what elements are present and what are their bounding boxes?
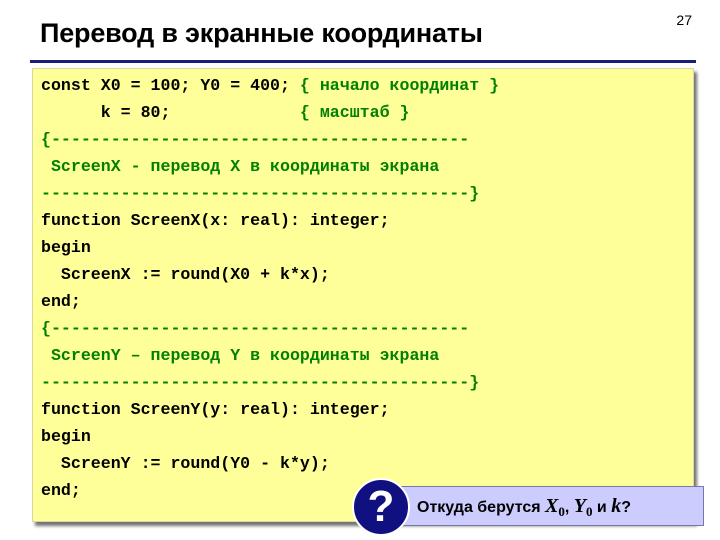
code-line: function ScreenX(x: real): integer; [41,207,499,234]
code-text: begin [41,427,91,446]
callout-text: Откуда берутся X0, Y0 и k? [417,495,631,520]
code-comment: {---------------------------------------… [41,130,470,149]
code-comment: ----------------------------------------… [41,373,480,392]
callout-suffix: ? [621,499,631,516]
code-line: begin [41,423,499,450]
code-line: const X0 = 100; Y0 = 400; { начало коорд… [41,72,499,99]
code-comment: {---------------------------------------… [41,319,470,338]
code-line: begin [41,234,499,261]
code-line: {---------------------------------------… [41,126,499,153]
callout-separator: , [564,499,574,516]
code-line: {---------------------------------------… [41,315,499,342]
code-line: ScreenY – перевод Y в координаты экрана [41,342,499,369]
code-text: ScreenX := round(X0 + k*x); [41,265,330,284]
code-comment: { масштаб } [299,103,410,122]
question-callout: Откуда берутся X0, Y0 и k? [392,486,704,526]
var-k: k [611,495,622,517]
callout-prefix: Откуда берутся [417,499,546,516]
slide-number: 27 [676,12,692,28]
code-line: ScreenX - перевод X в координаты экрана [41,153,499,180]
title-divider [30,60,696,63]
code-line: ----------------------------------------… [41,369,499,396]
code-text: end; [41,481,81,500]
code-text: ScreenY := round(Y0 - k*y); [41,454,330,473]
code-text: end; [41,292,81,311]
code-text: function ScreenY(y: real): integer; [41,400,390,419]
code-comment: ScreenX - перевод X в координаты экрана [41,157,440,176]
code-block: const X0 = 100; Y0 = 400; { начало коорд… [32,68,694,522]
code-text: function ScreenX(x: real): integer; [41,211,390,230]
code-line: function ScreenY(y: real): integer; [41,396,499,423]
code-text: const X0 = 100; Y0 = 400; [41,76,300,95]
code-line: ----------------------------------------… [41,180,499,207]
code-comment: { начало координат } [299,76,500,95]
question-mark-icon: ? [352,478,410,536]
code-listing: const X0 = 100; Y0 = 400; { начало коорд… [41,72,499,504]
code-comment: ScreenY – перевод Y в координаты экрана [41,346,440,365]
code-line: k = 80; { масштаб } [41,99,499,126]
code-line: ScreenY := round(Y0 - k*y); [41,450,499,477]
slide-title: Перевод в экранные координаты [40,18,483,48]
var-y0: Y0 [573,495,593,519]
var-y-letter: Y [573,495,586,517]
code-comment: ----------------------------------------… [41,184,480,203]
code-text: begin [41,238,91,257]
var-x0: X0 [545,495,565,519]
code-text: k = 80; [41,103,300,122]
code-line: ScreenX := round(X0 + k*x); [41,261,499,288]
var-x-letter: X [545,495,559,517]
code-line: end; [41,288,499,315]
callout-separator: и [592,499,612,516]
